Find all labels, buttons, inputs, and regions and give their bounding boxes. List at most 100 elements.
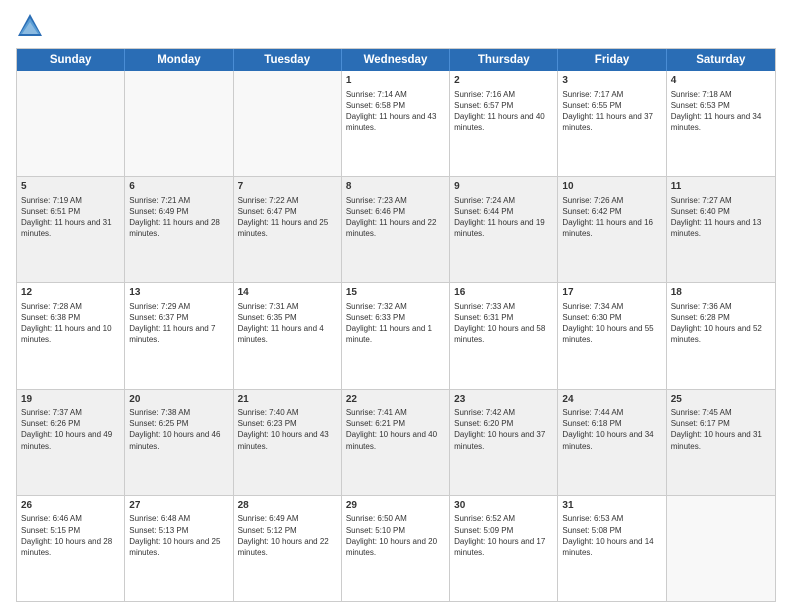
- day-number: 4: [671, 74, 771, 88]
- day-number: 29: [346, 499, 445, 513]
- day-number: 22: [346, 393, 445, 407]
- cell-info: Sunrise: 7:36 AMSunset: 6:28 PMDaylight:…: [671, 301, 771, 346]
- cal-cell: 10Sunrise: 7:26 AMSunset: 6:42 PMDayligh…: [558, 177, 666, 282]
- day-number: 31: [562, 499, 661, 513]
- day-number: 11: [671, 180, 771, 194]
- cell-info: Sunrise: 7:29 AMSunset: 6:37 PMDaylight:…: [129, 301, 228, 346]
- cell-info: Sunrise: 7:26 AMSunset: 6:42 PMDaylight:…: [562, 195, 661, 240]
- cell-info: Sunrise: 7:14 AMSunset: 6:58 PMDaylight:…: [346, 89, 445, 134]
- cal-cell: 26Sunrise: 6:46 AMSunset: 5:15 PMDayligh…: [17, 496, 125, 601]
- cell-info: Sunrise: 6:52 AMSunset: 5:09 PMDaylight:…: [454, 513, 553, 558]
- cal-cell: 30Sunrise: 6:52 AMSunset: 5:09 PMDayligh…: [450, 496, 558, 601]
- cal-cell: [667, 496, 775, 601]
- cal-cell: 22Sunrise: 7:41 AMSunset: 6:21 PMDayligh…: [342, 390, 450, 495]
- cell-info: Sunrise: 7:21 AMSunset: 6:49 PMDaylight:…: [129, 195, 228, 240]
- cell-info: Sunrise: 7:18 AMSunset: 6:53 PMDaylight:…: [671, 89, 771, 134]
- cell-info: Sunrise: 7:44 AMSunset: 6:18 PMDaylight:…: [562, 407, 661, 452]
- cell-info: Sunrise: 7:41 AMSunset: 6:21 PMDaylight:…: [346, 407, 445, 452]
- cell-info: Sunrise: 7:31 AMSunset: 6:35 PMDaylight:…: [238, 301, 337, 346]
- day-number: 25: [671, 393, 771, 407]
- page-header: [16, 12, 776, 40]
- cal-cell: 4Sunrise: 7:18 AMSunset: 6:53 PMDaylight…: [667, 71, 775, 176]
- day-number: 5: [21, 180, 120, 194]
- day-number: 1: [346, 74, 445, 88]
- cal-cell: 5Sunrise: 7:19 AMSunset: 6:51 PMDaylight…: [17, 177, 125, 282]
- cal-cell: 16Sunrise: 7:33 AMSunset: 6:31 PMDayligh…: [450, 283, 558, 388]
- day-header-monday: Monday: [125, 49, 233, 71]
- cal-cell: 29Sunrise: 6:50 AMSunset: 5:10 PMDayligh…: [342, 496, 450, 601]
- cal-cell: 3Sunrise: 7:17 AMSunset: 6:55 PMDaylight…: [558, 71, 666, 176]
- calendar-header: SundayMondayTuesdayWednesdayThursdayFrid…: [17, 49, 775, 71]
- cal-cell: 27Sunrise: 6:48 AMSunset: 5:13 PMDayligh…: [125, 496, 233, 601]
- cal-cell: 23Sunrise: 7:42 AMSunset: 6:20 PMDayligh…: [450, 390, 558, 495]
- day-number: 21: [238, 393, 337, 407]
- cal-cell: 11Sunrise: 7:27 AMSunset: 6:40 PMDayligh…: [667, 177, 775, 282]
- week-row-1: 1Sunrise: 7:14 AMSunset: 6:58 PMDaylight…: [17, 71, 775, 176]
- logo-icon: [16, 12, 44, 40]
- cal-cell: 12Sunrise: 7:28 AMSunset: 6:38 PMDayligh…: [17, 283, 125, 388]
- cell-info: Sunrise: 7:28 AMSunset: 6:38 PMDaylight:…: [21, 301, 120, 346]
- cell-info: Sunrise: 6:48 AMSunset: 5:13 PMDaylight:…: [129, 513, 228, 558]
- cal-cell: 15Sunrise: 7:32 AMSunset: 6:33 PMDayligh…: [342, 283, 450, 388]
- day-number: 13: [129, 286, 228, 300]
- calendar: SundayMondayTuesdayWednesdayThursdayFrid…: [16, 48, 776, 602]
- week-row-5: 26Sunrise: 6:46 AMSunset: 5:15 PMDayligh…: [17, 495, 775, 601]
- calendar-body: 1Sunrise: 7:14 AMSunset: 6:58 PMDaylight…: [17, 71, 775, 601]
- cal-cell: [125, 71, 233, 176]
- day-header-thursday: Thursday: [450, 49, 558, 71]
- day-number: 20: [129, 393, 228, 407]
- day-number: 12: [21, 286, 120, 300]
- day-number: 26: [21, 499, 120, 513]
- cell-info: Sunrise: 7:32 AMSunset: 6:33 PMDaylight:…: [346, 301, 445, 346]
- cell-info: Sunrise: 7:16 AMSunset: 6:57 PMDaylight:…: [454, 89, 553, 134]
- cell-info: Sunrise: 7:17 AMSunset: 6:55 PMDaylight:…: [562, 89, 661, 134]
- cal-cell: 13Sunrise: 7:29 AMSunset: 6:37 PMDayligh…: [125, 283, 233, 388]
- day-number: 15: [346, 286, 445, 300]
- day-number: 3: [562, 74, 661, 88]
- cal-cell: 7Sunrise: 7:22 AMSunset: 6:47 PMDaylight…: [234, 177, 342, 282]
- day-number: 10: [562, 180, 661, 194]
- logo: [16, 12, 48, 40]
- cell-info: Sunrise: 6:50 AMSunset: 5:10 PMDaylight:…: [346, 513, 445, 558]
- day-number: 7: [238, 180, 337, 194]
- week-row-4: 19Sunrise: 7:37 AMSunset: 6:26 PMDayligh…: [17, 389, 775, 495]
- cal-cell: 8Sunrise: 7:23 AMSunset: 6:46 PMDaylight…: [342, 177, 450, 282]
- day-number: 2: [454, 74, 553, 88]
- day-number: 23: [454, 393, 553, 407]
- cal-cell: 25Sunrise: 7:45 AMSunset: 6:17 PMDayligh…: [667, 390, 775, 495]
- day-number: 27: [129, 499, 228, 513]
- cell-info: Sunrise: 7:34 AMSunset: 6:30 PMDaylight:…: [562, 301, 661, 346]
- day-number: 17: [562, 286, 661, 300]
- day-header-tuesday: Tuesday: [234, 49, 342, 71]
- cell-info: Sunrise: 6:49 AMSunset: 5:12 PMDaylight:…: [238, 513, 337, 558]
- day-number: 6: [129, 180, 228, 194]
- cal-cell: 1Sunrise: 7:14 AMSunset: 6:58 PMDaylight…: [342, 71, 450, 176]
- cell-info: Sunrise: 7:24 AMSunset: 6:44 PMDaylight:…: [454, 195, 553, 240]
- cell-info: Sunrise: 7:40 AMSunset: 6:23 PMDaylight:…: [238, 407, 337, 452]
- cal-cell: [17, 71, 125, 176]
- cal-cell: 20Sunrise: 7:38 AMSunset: 6:25 PMDayligh…: [125, 390, 233, 495]
- day-number: 9: [454, 180, 553, 194]
- cal-cell: 21Sunrise: 7:40 AMSunset: 6:23 PMDayligh…: [234, 390, 342, 495]
- cell-info: Sunrise: 7:23 AMSunset: 6:46 PMDaylight:…: [346, 195, 445, 240]
- week-row-2: 5Sunrise: 7:19 AMSunset: 6:51 PMDaylight…: [17, 176, 775, 282]
- week-row-3: 12Sunrise: 7:28 AMSunset: 6:38 PMDayligh…: [17, 282, 775, 388]
- day-number: 18: [671, 286, 771, 300]
- cal-cell: 17Sunrise: 7:34 AMSunset: 6:30 PMDayligh…: [558, 283, 666, 388]
- cal-cell: 14Sunrise: 7:31 AMSunset: 6:35 PMDayligh…: [234, 283, 342, 388]
- cell-info: Sunrise: 7:19 AMSunset: 6:51 PMDaylight:…: [21, 195, 120, 240]
- day-number: 24: [562, 393, 661, 407]
- cal-cell: 9Sunrise: 7:24 AMSunset: 6:44 PMDaylight…: [450, 177, 558, 282]
- cal-cell: 2Sunrise: 7:16 AMSunset: 6:57 PMDaylight…: [450, 71, 558, 176]
- cal-cell: 31Sunrise: 6:53 AMSunset: 5:08 PMDayligh…: [558, 496, 666, 601]
- cell-info: Sunrise: 6:53 AMSunset: 5:08 PMDaylight:…: [562, 513, 661, 558]
- day-header-wednesday: Wednesday: [342, 49, 450, 71]
- day-number: 16: [454, 286, 553, 300]
- cell-info: Sunrise: 7:38 AMSunset: 6:25 PMDaylight:…: [129, 407, 228, 452]
- day-header-friday: Friday: [558, 49, 666, 71]
- day-number: 28: [238, 499, 337, 513]
- cell-info: Sunrise: 7:22 AMSunset: 6:47 PMDaylight:…: [238, 195, 337, 240]
- day-header-saturday: Saturday: [667, 49, 775, 71]
- cal-cell: 18Sunrise: 7:36 AMSunset: 6:28 PMDayligh…: [667, 283, 775, 388]
- cell-info: Sunrise: 6:46 AMSunset: 5:15 PMDaylight:…: [21, 513, 120, 558]
